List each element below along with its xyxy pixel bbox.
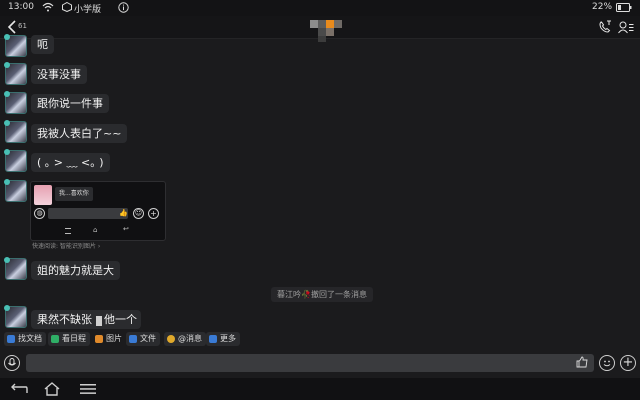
folder-icon (129, 335, 137, 343)
image-message[interactable]: 我...喜欢你 ◍ 👍 ☺ + ⌂ ↩ (30, 181, 166, 241)
back-arrow-icon[interactable] (6, 19, 18, 35)
battery-icon (616, 3, 632, 15)
message-bubble[interactable]: 我被人表白了~~ (31, 124, 128, 143)
sticker-thumbnail (34, 185, 52, 205)
recall-notice: 暮江吟🥀撤回了一条消息 (271, 287, 373, 302)
document-icon (7, 335, 15, 343)
message-bubble[interactable]: 呃 (31, 35, 54, 54)
toolbar-mention-button[interactable]: @消息 (164, 332, 206, 346)
message-bubble[interactable]: 果然不缺张 (37, 310, 92, 329)
toolbar-find-doc-button[interactable]: 找文档 (4, 332, 46, 346)
avatar[interactable] (4, 149, 27, 172)
avatar[interactable] (4, 91, 27, 114)
avatar[interactable] (4, 257, 27, 280)
status-time: 13:00 (8, 2, 34, 12)
voice-icon: ◍ (34, 208, 45, 219)
toolbar-image-button[interactable]: 图片 (92, 332, 126, 346)
message-bubble[interactable]: 他一个 (104, 310, 137, 329)
toolbar-file-button[interactable]: 文件 (126, 332, 160, 346)
toolbar-more-button[interactable]: 更多 (206, 332, 240, 346)
more-icon (209, 335, 217, 343)
avatar[interactable] (4, 305, 27, 328)
return-icon: ↩ (123, 225, 129, 233)
profile-menu-icon[interactable] (618, 20, 634, 34)
toolbar-schedule-button[interactable]: 看日程 (48, 332, 90, 346)
nav-home-icon[interactable] (43, 381, 61, 396)
battery-text: 22% (592, 2, 613, 12)
text-cursor-handle (96, 316, 102, 326)
menu-icon (65, 228, 71, 234)
avatar[interactable] (4, 34, 27, 57)
mini-input-field (48, 208, 128, 219)
info-icon (118, 2, 129, 16)
add-plus-icon[interactable]: + (620, 355, 636, 371)
message-bubble[interactable]: ( ｡ > ﹏ <｡ ) (31, 153, 110, 172)
contact-name-mosaic[interactable] (310, 20, 342, 44)
voice-input-icon[interactable] (4, 355, 20, 371)
avatar[interactable] (4, 179, 27, 202)
nav-recents-icon[interactable] (79, 383, 97, 395)
plus-icon: + (148, 208, 159, 219)
thumb-icon: 👍 (119, 209, 128, 217)
emoji-button-icon[interactable] (599, 355, 615, 371)
message-bubble[interactable]: 姐的魅力就是大 (31, 261, 120, 280)
avatar[interactable] (4, 120, 27, 143)
wifi-icon (42, 2, 54, 15)
message-input[interactable] (26, 354, 594, 372)
status-bar: 13:00 小学版 22% (0, 0, 640, 16)
image-icon (95, 335, 103, 343)
quick-read-link[interactable]: 快速阅读: 智能识别图片 › (32, 241, 100, 250)
avatar[interactable] (4, 62, 27, 85)
calendar-icon (51, 335, 59, 343)
at-icon (167, 335, 175, 343)
emoji-icon: ☺ (133, 208, 144, 219)
call-icon[interactable] (598, 20, 612, 34)
app-cube-icon (62, 1, 72, 15)
chat-header: 61 (0, 16, 640, 42)
unread-badge: 61 (18, 22, 27, 30)
image-preview-text: 我...喜欢你 (55, 187, 93, 201)
nav-back-icon[interactable] (10, 382, 28, 396)
thumbs-up-icon[interactable] (576, 356, 588, 368)
home-icon: ⌂ (93, 226, 98, 234)
message-bubble[interactable]: 没事没事 (31, 65, 87, 84)
message-bubble[interactable]: 跟你说一件事 (31, 94, 109, 113)
app-name: 小学版 (74, 5, 102, 15)
